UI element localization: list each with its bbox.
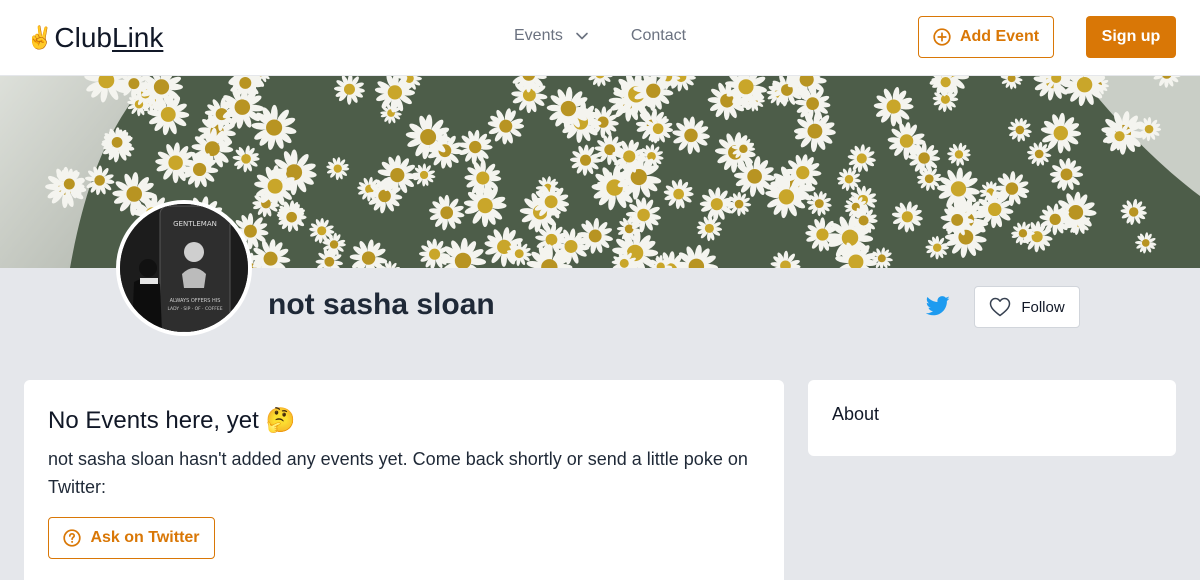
follow-label: Follow bbox=[1021, 298, 1065, 316]
add-event-label: Add Event bbox=[959, 28, 1040, 45]
follow-button[interactable]: Follow bbox=[974, 286, 1080, 328]
about-card: About bbox=[808, 380, 1176, 456]
nav-events-label: Events bbox=[514, 27, 563, 44]
avatar-sign-text-1: GENTLEMAN bbox=[173, 220, 217, 228]
events-card: No Events here, yet 🤔 not sasha sloan ha… bbox=[24, 380, 784, 580]
about-title: About bbox=[832, 404, 880, 424]
empty-events-message: not sasha sloan hasn't added any events … bbox=[48, 449, 748, 497]
profile-name: not sasha sloan bbox=[268, 288, 495, 321]
ask-on-twitter-button[interactable]: Ask on Twitter bbox=[48, 517, 215, 559]
victory-hand-icon: ✌ bbox=[26, 25, 54, 50]
sign-up-button[interactable]: Sign up bbox=[1086, 16, 1176, 58]
top-navigation-bar: ✌ Club Link Events Contact Add Event Sig… bbox=[0, 0, 1200, 76]
clublink-logo[interactable]: ✌ Club Link bbox=[26, 22, 163, 54]
chevron-down-icon bbox=[576, 32, 588, 40]
nav-events-dropdown[interactable]: Events bbox=[514, 27, 589, 45]
ask-on-twitter-label: Ask on Twitter bbox=[90, 529, 200, 546]
logo-text-club: Club bbox=[54, 22, 112, 53]
logo-text-link: Link bbox=[112, 22, 164, 53]
empty-events-title: No Events here, yet 🤔 bbox=[48, 407, 296, 434]
nav-contact-link[interactable]: Contact bbox=[631, 27, 686, 45]
avatar-sign-text-2: ALWAYS OFFERS HIS bbox=[170, 298, 221, 304]
twitter-icon[interactable] bbox=[926, 296, 950, 316]
main-nav: Events Contact bbox=[514, 27, 686, 45]
add-event-button[interactable]: Add Event bbox=[918, 16, 1054, 58]
heart-icon bbox=[990, 297, 1011, 317]
question-circle-icon bbox=[63, 529, 82, 547]
avatar-sign-text-3: LADY · SIP · OF · COFFEE bbox=[167, 306, 222, 312]
profile-avatar: GENTLEMAN ALWAYS OFFERS HIS LADY · SIP ·… bbox=[116, 200, 252, 336]
plus-circle-icon bbox=[933, 28, 951, 46]
avatar-photo: GENTLEMAN ALWAYS OFFERS HIS LADY · SIP ·… bbox=[120, 204, 248, 332]
